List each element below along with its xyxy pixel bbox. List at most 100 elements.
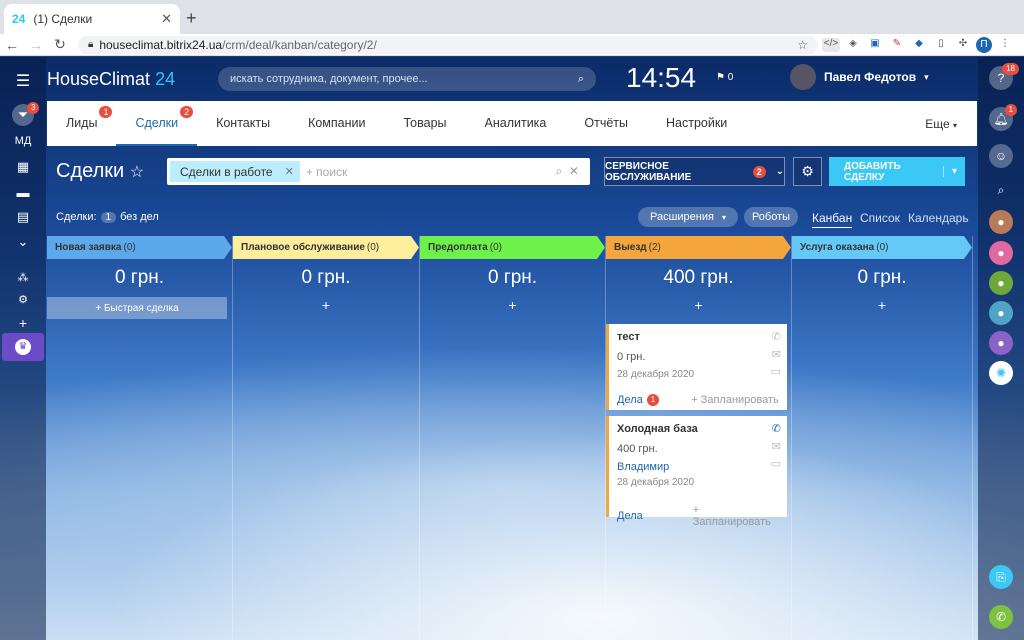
reload-icon[interactable]: ↻ [48,36,72,53]
portal-logo[interactable]: HouseClimat 24 [47,69,175,90]
deal-title[interactable]: Холодная база [617,423,779,435]
menu-item-leads[interactable]: Лиды 1 [47,101,116,146]
column-header[interactable]: Новая заявка (0) [47,236,232,259]
pipeline-selector-button[interactable]: СЕРВИСНОЕ ОБСЛУЖИВАНИЕ 2 ⌄ [604,157,785,186]
kanban-settings-gear-icon[interactable]: ⚙ [793,157,822,186]
extension-shield-icon[interactable]: ◈ [844,38,862,52]
column-header[interactable]: Предоплата (0) [420,236,605,259]
tab-title: (1) Сделки [33,12,93,26]
menu-item-contacts[interactable]: Контакты [197,101,289,146]
contact-avatar-5[interactable]: ● [989,331,1013,355]
robots-button[interactable]: Роботы [744,207,798,227]
portal-search-input[interactable]: искать сотрудника, документ, прочее... ⌕ [218,67,596,91]
address-bar[interactable]: 🔒︎ houseclimat.bitrix24.ua/crm/deal/kanb… [78,35,818,54]
flag-counter[interactable]: ⚑ 0 [716,72,733,83]
column-header[interactable]: Услуга оказана (0) [792,236,972,259]
menu-item-companies[interactable]: Компании [289,101,384,146]
help-icon[interactable]: ? 18 [989,63,1019,90]
browser-menu-icon[interactable]: ⋮ [996,38,1014,52]
add-deal-plus-icon[interactable]: + [792,297,972,313]
clock[interactable]: 14:54 [626,62,696,94]
extension-bookmark-icon[interactable]: ◆ [910,38,928,52]
extension-code-icon[interactable]: </> [822,37,840,52]
phone-icon[interactable]: ✆ [989,605,1013,629]
contact-avatar-2[interactable]: ● [989,241,1013,265]
view-list[interactable]: Список [860,211,900,225]
extension-puzzle-icon[interactable]: ✣ [954,38,972,52]
column-header[interactable]: Плановое обслуживание (0) [233,236,419,259]
org-structure-icon[interactable]: ⁂ [0,271,46,284]
call-list-icon[interactable]: ⎘ [989,565,1013,589]
add-deal-plus-icon[interactable]: + [233,297,419,313]
chevron-down-circle-icon[interactable]: ⌄ [0,234,46,250]
new-tab-icon[interactable]: + [186,8,197,29]
filter-chip[interactable]: Сделки в работе ✕ [170,161,300,182]
browser-tab[interactable]: 24 (1) Сделки ✕ [4,4,180,34]
quick-deal-button[interactable]: + Быстрая сделка [47,297,227,319]
phone-icon[interactable]: ✆ [772,422,781,435]
tab-close-icon[interactable]: ✕ [161,11,172,27]
filter-funnel-icon[interactable]: ⏷ 3 [0,102,46,126]
help-badge: 18 [1002,63,1019,75]
menu-item-settings[interactable]: Настройки [647,101,746,146]
chevron-down-icon: ▾ [924,71,929,82]
calendar-icon[interactable]: ▦ [0,159,46,175]
menu-item-reports[interactable]: Отчёты [565,101,647,146]
notification-bell-icon[interactable]: 🔔︎ 1 [989,104,1017,131]
menu-more[interactable]: Еще ▾ [925,117,977,131]
mail-icon[interactable]: ✉ [772,440,781,453]
add-deal-plus-icon[interactable]: + [606,297,791,313]
filter-search-input[interactable]: + поиск [306,165,550,179]
deal-tasks-link[interactable]: Дела 1 [617,394,660,406]
view-kanban[interactable]: Канбан [812,211,853,228]
profile-avatar-icon[interactable]: П [976,36,992,53]
chat-icon[interactable]: ☺ [989,144,1013,168]
deal-tasks-link[interactable]: Дела [617,510,643,522]
column-sum: 0 грн. [301,267,351,288]
view-calendar[interactable]: Календарь [908,211,969,225]
menu-item-products[interactable]: Товары [385,101,466,146]
extension-card-icon[interactable]: ▣ [866,38,884,52]
add-deal-plus-icon[interactable]: + [420,297,605,313]
deal-card[interactable]: тест 0 грн. 28 декабря 2020 Дела 1 + Запл… [606,324,787,410]
schedule-link[interactable]: + Запланировать [693,504,779,528]
contact-avatar-4[interactable]: ● [989,301,1013,325]
extensions-button[interactable]: Расширения ▾ [638,207,738,227]
archive-icon[interactable]: ▤ [0,209,46,225]
bookmark-star-icon[interactable]: ☆ [797,38,808,52]
add-deal-button[interactable]: ДОБАВИТЬ СДЕЛКУ ▾ [829,157,965,186]
forward-icon[interactable]: → [24,37,48,53]
mail-icon[interactable]: ✉ [772,348,781,361]
deal-title[interactable]: тест [617,331,779,343]
chevron-down-icon[interactable]: ▾ [942,166,957,177]
user-menu[interactable]: Павел Федотов ▾ [790,64,929,90]
deal-contact[interactable]: Владимир [617,461,779,473]
search-clear-icons[interactable]: ⌕ ✕ [556,164,579,179]
deal-card[interactable]: Холодная база 400 грн. Владимир 28 декаб… [606,416,787,528]
chip-close-icon[interactable]: ✕ [285,165,294,178]
crown-icon[interactable]: ♛ [2,333,44,361]
filter-search-bar[interactable]: Сделки в работе ✕ + поиск ⌕ ✕ [167,158,590,185]
chat-icon[interactable]: ▭ [771,365,781,378]
contact-avatar-1[interactable]: ● [989,210,1013,234]
column-sum: 400 грн. [663,267,734,288]
contact-avatar-3[interactable]: ● [989,271,1013,295]
schedule-link[interactable]: + Запланировать [691,394,779,406]
stat-count[interactable]: 1 [100,211,117,223]
back-icon[interactable]: ← [0,37,24,53]
hamburger-menu-icon[interactable]: ☰ [0,71,46,91]
extension-pen-icon[interactable]: ✎ [888,38,906,52]
extension-doc-icon[interactable]: ▯ [932,38,950,52]
menu-item-analytics[interactable]: Аналитика [466,101,566,146]
add-plus-icon[interactable]: + [0,315,46,331]
column-header[interactable]: Выезд (2) [606,236,791,259]
star-icon[interactable]: ☆ [130,164,144,181]
menu-item-deals[interactable]: Сделки 2 [116,101,198,146]
search-icon[interactable]: ⌕ [989,178,1013,202]
phone-icon[interactable]: ✆ [772,330,781,343]
chat-icon[interactable]: ▭ [771,457,781,470]
inbox-icon[interactable]: ▬ [0,185,46,200]
search-icon[interactable]: ⌕ [578,73,584,86]
settings-gear-icon[interactable]: ⚙ [0,293,46,306]
open-channels-icon[interactable]: ✺ [989,361,1013,385]
